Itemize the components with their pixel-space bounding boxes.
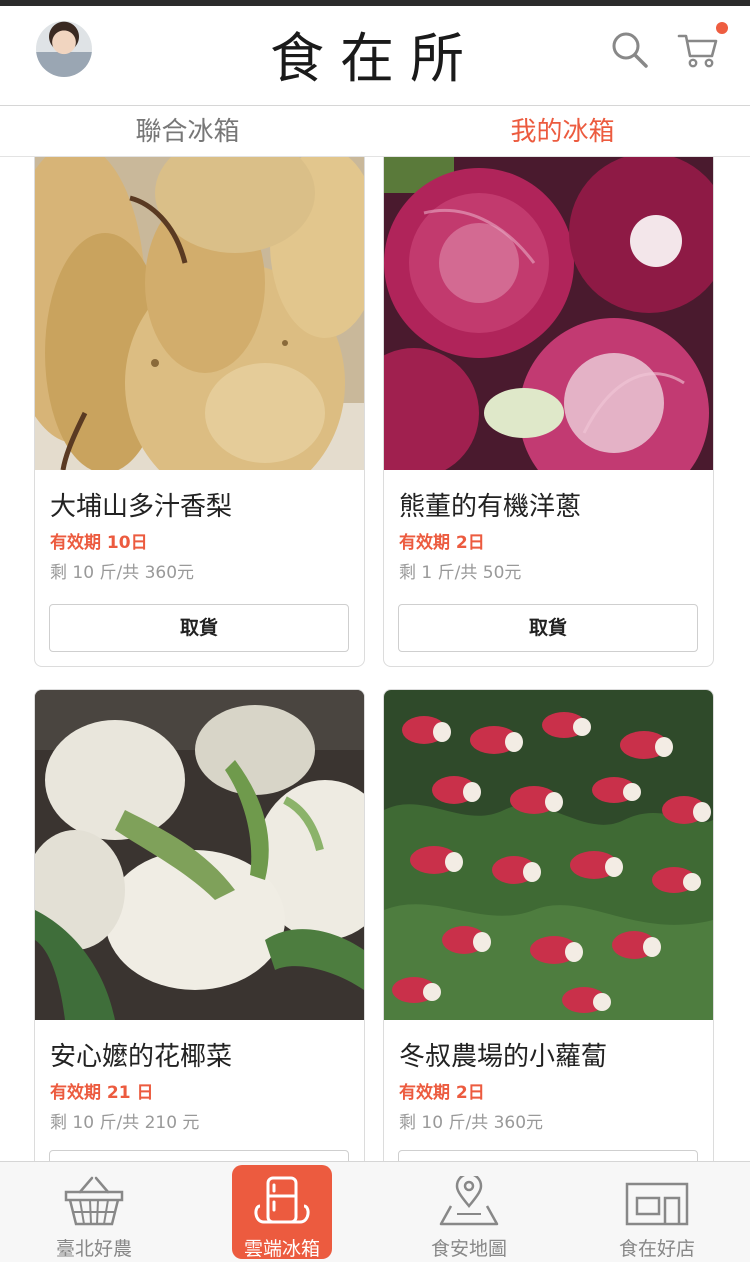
nav-label: 食安地圖: [430, 1238, 507, 1260]
search-button[interactable]: [608, 28, 652, 72]
product-stock: 剩 1 斤/共 50元: [399, 563, 522, 583]
product-card[interactable]: 熊董的有機洋蔥 有效期 2日 剩 1 斤/共 50元 取貨: [383, 157, 714, 667]
app-header: 食在所: [0, 6, 750, 106]
product-name: 大埔山多汁香梨: [50, 492, 233, 522]
nav-good-stores[interactable]: 食在好店: [563, 1162, 750, 1262]
pickup-button[interactable]: 取貨: [49, 1150, 349, 1161]
pickup-button[interactable]: 取貨: [49, 604, 349, 652]
product-grid: 大埔山多汁香梨 有效期 10日 剩 10 斤/共 360元 取貨 熊董的有機洋蔥…: [0, 157, 750, 1161]
basket-icon: [64, 1176, 124, 1226]
search-icon: [612, 32, 648, 68]
product-photo-radishes: [384, 690, 713, 1020]
product-stock: 剩 10 斤/共 360元: [399, 1113, 544, 1133]
product-photo-pears: [35, 157, 364, 470]
cart-notification-badge: [716, 22, 728, 34]
nav-food-safety-map[interactable]: 食安地圖: [375, 1162, 563, 1262]
bottom-navigation: 臺北好農 雲端冰箱 食安地圖 食在好店: [0, 1161, 750, 1262]
tab-my-fridge[interactable]: 我的冰箱: [375, 106, 750, 156]
nav-label: 臺北好農: [55, 1238, 132, 1260]
cart-icon: [677, 34, 718, 68]
pickup-button[interactable]: 取貨: [398, 1150, 698, 1161]
product-card[interactable]: 安心嬤的花椰菜 有效期 21 日 剩 10 斤/共 210 元 取貨: [34, 689, 365, 1161]
pickup-button[interactable]: 取貨: [398, 604, 698, 652]
product-name: 安心嬤的花椰菜: [50, 1042, 233, 1072]
product-card[interactable]: 冬叔農場的小蘿蔔 有效期 2日 剩 10 斤/共 360元 取貨: [383, 689, 714, 1161]
product-expiry: 有效期 2日: [399, 1083, 485, 1103]
product-expiry: 有效期 2日: [399, 533, 485, 553]
product-expiry: 有效期 21 日: [50, 1083, 154, 1103]
product-stock: 剩 10 斤/共 360元: [50, 563, 195, 583]
nav-label: 雲端冰箱: [243, 1238, 320, 1260]
fridge-icon: [254, 1176, 310, 1224]
product-photo-cauliflower: [35, 690, 364, 1020]
nav-label: 食在好店: [618, 1238, 695, 1260]
cart-button[interactable]: [676, 28, 720, 72]
storefront-icon: [625, 1182, 689, 1226]
product-name: 熊董的有機洋蔥: [399, 492, 582, 522]
fridge-tabs: 聯合冰箱 我的冰箱: [0, 106, 750, 157]
product-card[interactable]: 大埔山多汁香梨 有效期 10日 剩 10 斤/共 360元 取貨: [34, 157, 365, 667]
map-pin-icon: [439, 1176, 499, 1226]
product-stock: 剩 10 斤/共 210 元: [50, 1113, 200, 1133]
nav-cloud-fridge[interactable]: 雲端冰箱: [188, 1162, 376, 1262]
product-name: 冬叔農場的小蘿蔔: [399, 1042, 608, 1072]
nav-taipei-farms[interactable]: 臺北好農: [0, 1162, 188, 1262]
product-expiry: 有效期 10日: [50, 533, 148, 553]
product-photo-red-onions: [384, 157, 713, 470]
tab-shared-fridge[interactable]: 聯合冰箱: [0, 106, 375, 156]
